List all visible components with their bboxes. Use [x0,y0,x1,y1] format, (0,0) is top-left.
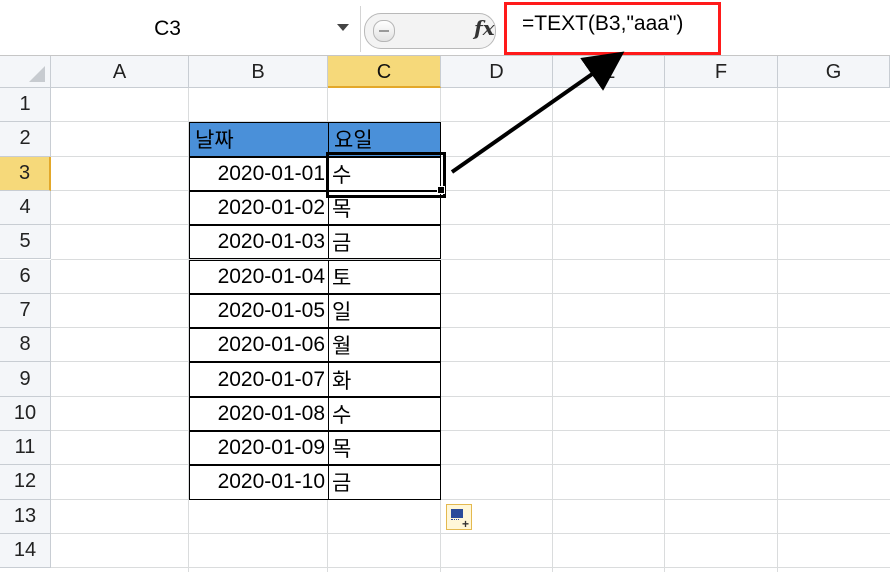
date-cell[interactable]: 2020-01-02 [189,190,328,226]
date-cell[interactable]: 2020-01-08 [189,396,328,431]
select-all-triangle-icon [29,66,45,82]
gridline-horizontal [51,292,890,294]
column-header-d[interactable]: D [441,56,553,88]
weekday-cell[interactable]: 월 [328,328,441,363]
row-header-11[interactable]: 11 [0,431,51,466]
date-cell[interactable]: 2020-01-09 [189,431,328,466]
row-header-2[interactable]: 2 [0,122,51,157]
row-header-10[interactable]: 10 [0,396,51,431]
table-header-date[interactable]: 날짜 [189,122,328,157]
gridline-horizontal [51,567,890,569]
column-header-g[interactable]: G [778,56,890,88]
column-header-c[interactable]: C [328,56,441,88]
weekday-cell[interactable]: 화 [328,362,441,397]
select-all-button[interactable] [0,56,51,88]
formula-highlight-box [504,2,721,55]
name-box-value[interactable]: C3 [0,6,335,52]
weekday-cell[interactable]: 일 [328,293,441,329]
gridline-horizontal [51,189,890,191]
date-cell[interactable]: 2020-01-04 [189,259,328,294]
weekday-cell[interactable]: 목 [328,431,441,466]
table-header-weekday[interactable]: 요일 [328,122,441,157]
splitter-grip-icon[interactable] [373,20,395,42]
row-header-9[interactable]: 9 [0,362,51,397]
weekday-cell[interactable]: 금 [328,225,441,260]
date-cell[interactable]: 2020-01-06 [189,328,328,363]
column-header-a[interactable]: A [51,56,189,88]
gridline-horizontal [51,498,890,500]
gridline-horizontal [51,430,890,431]
gridline-horizontal [51,532,890,534]
quick-analysis-icon[interactable]: + [446,504,472,530]
date-cell[interactable]: 2020-01-10 [189,465,328,500]
weekday-cell[interactable]: 수 [328,156,441,191]
weekday-cell[interactable]: 금 [328,465,441,500]
row-header-12[interactable]: 12 [0,465,51,500]
date-cell[interactable]: 2020-01-05 [189,293,328,329]
chevron-down-icon[interactable] [337,24,349,31]
row-header-14[interactable]: 14 [0,533,51,569]
column-header-e[interactable]: E [553,56,665,88]
weekday-cell[interactable]: 목 [328,190,441,226]
column-header-f[interactable]: F [665,56,778,88]
fill-handle[interactable] [437,186,445,194]
row-header-7[interactable]: 7 [0,293,51,329]
row-header-5[interactable]: 5 [0,225,51,260]
insert-function-icon[interactable]: fx [474,16,495,40]
gridline-horizontal [51,327,890,329]
name-box[interactable]: C3 [0,6,361,52]
row-header-6[interactable]: 6 [0,259,51,294]
row-header-13[interactable]: 13 [0,499,51,534]
row-header-3[interactable]: 3 [0,156,51,191]
gridline-horizontal [51,361,890,363]
row-header-4[interactable]: 4 [0,190,51,226]
gridline-horizontal [51,395,890,397]
gridline-horizontal [51,224,890,226]
date-cell[interactable]: 2020-01-01 [189,156,328,191]
formula-bar: C3 fx =TEXT(B3,"aaa") [0,0,890,56]
gridline-horizontal [51,155,890,157]
row-header-8[interactable]: 8 [0,328,51,363]
weekday-cell[interactable]: 토 [328,259,441,294]
weekday-cell[interactable]: 수 [328,396,441,431]
gridline-horizontal [51,121,890,123]
column-header-b[interactable]: B [189,56,328,88]
date-cell[interactable]: 2020-01-03 [189,225,328,260]
gridline-horizontal [51,464,890,466]
date-cell[interactable]: 2020-01-07 [189,362,328,397]
gridline-horizontal [51,258,890,260]
row-header-1[interactable]: 1 [0,88,51,123]
